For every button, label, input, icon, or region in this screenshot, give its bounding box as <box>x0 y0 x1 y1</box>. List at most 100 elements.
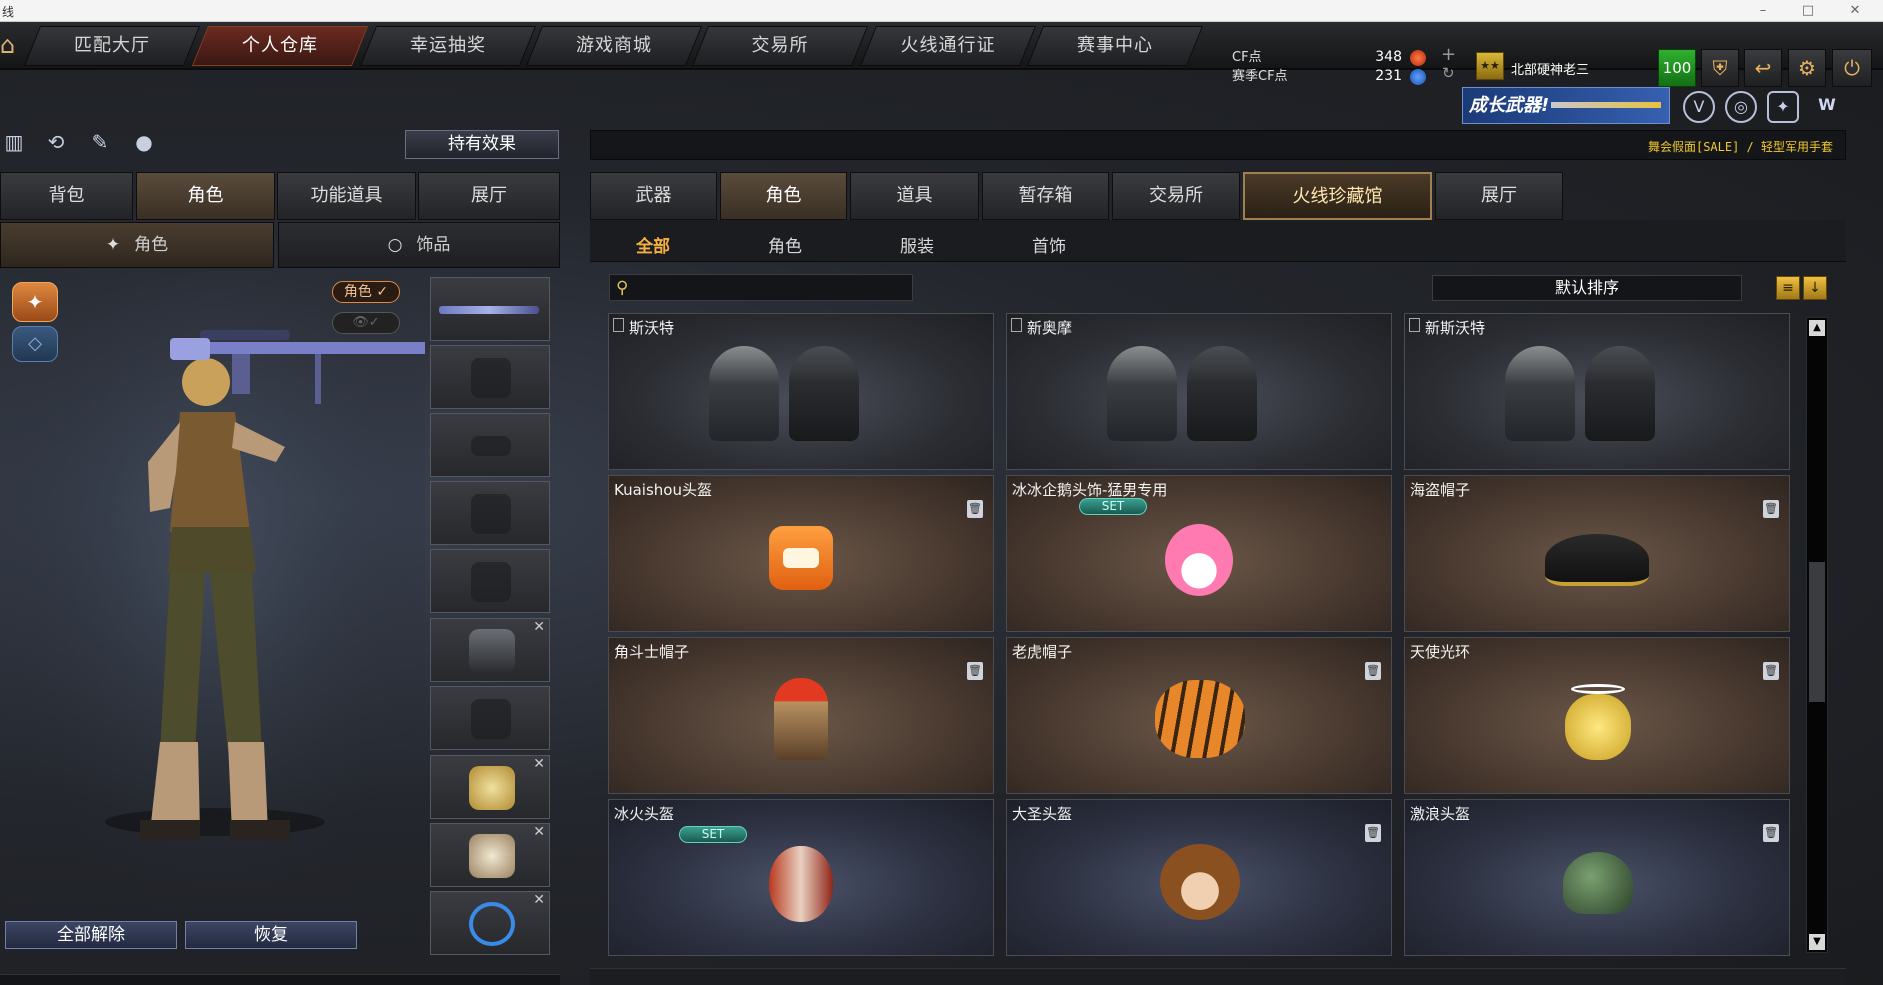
remove-icon[interactable]: ✕ <box>533 824 545 840</box>
wing-emblem-icon[interactable]: ✦ <box>1767 91 1799 123</box>
left-subtab[interactable]: ✦ 角色 <box>0 222 274 268</box>
bookmark-icon[interactable] <box>1409 318 1420 332</box>
visibility-toggle-pill[interactable]: 👁✓ <box>332 312 400 334</box>
slot-accessory-2[interactable]: ✕ <box>430 823 550 887</box>
right-tab[interactable]: 武器 <box>590 172 717 220</box>
trash-icon[interactable]: 🗑 <box>967 500 983 518</box>
gear-icon[interactable]: ⚙ <box>1788 49 1826 87</box>
right-tab[interactable]: 道具 <box>850 172 979 220</box>
season-cf-label: 赛季CF点 <box>1232 69 1288 84</box>
category-subtab[interactable]: 服装 <box>867 232 967 257</box>
item-card[interactable]: 海盗帽子 🗑 <box>1404 475 1790 632</box>
left-tab[interactable]: 背包 <box>0 172 133 220</box>
slot-gloves[interactable] <box>430 686 550 750</box>
right-tab[interactable]: 火线珍藏馆 <box>1243 172 1432 220</box>
level-badge[interactable]: 100 <box>1658 49 1696 87</box>
left-tab[interactable]: 功能道具 <box>277 172 416 220</box>
bookmark-icon[interactable] <box>1011 318 1022 332</box>
scroll-up-icon[interactable]: ▲ <box>1809 320 1825 336</box>
slot-primary-weapon[interactable] <box>430 277 550 341</box>
restore-button[interactable]: 恢复 <box>185 921 357 949</box>
item-card[interactable]: 新斯沃特 <box>1404 313 1790 470</box>
nav-tab[interactable]: 火线通行证 <box>859 26 1037 66</box>
v-shield-icon[interactable]: V <box>1683 91 1715 123</box>
power-icon[interactable]: ⏻ <box>1832 49 1872 87</box>
item-card[interactable]: 老虎帽子 🗑 <box>1006 637 1392 794</box>
category-subtab[interactable]: 角色 <box>735 232 835 257</box>
remove-icon[interactable]: ✕ <box>533 756 545 772</box>
left-tab[interactable]: 角色 <box>136 172 275 220</box>
trash-icon[interactable]: 🗑 <box>1365 662 1381 680</box>
return-icon[interactable]: ↩ <box>1744 49 1782 87</box>
role-mask-icon[interactable]: ◇ <box>12 326 58 362</box>
item-card[interactable]: 角斗士帽子 🗑 <box>608 637 994 794</box>
trash-icon[interactable]: 🗑 <box>1763 500 1779 518</box>
slot-helmet[interactable] <box>430 345 550 409</box>
item-scrollbar[interactable]: ▲ ▼ <box>1806 317 1828 953</box>
add-cf-icon[interactable]: + <box>1441 44 1456 65</box>
item-card[interactable]: 天使光环 🗑 <box>1404 637 1790 794</box>
maximize-icon[interactable]: □ <box>1793 2 1823 20</box>
role-toggle-pill[interactable]: 角色 ✓ <box>332 281 400 303</box>
character-preview <box>0 272 425 952</box>
trash-icon[interactable]: 🗑 <box>1365 824 1381 842</box>
holding-effect-button[interactable]: 持有效果 <box>405 130 559 159</box>
item-card[interactable]: 冰冰企鹅头饰-猛男专用 SET <box>1006 475 1392 632</box>
search-input[interactable]: ⚲ <box>609 274 913 301</box>
target-icon[interactable]: ◎ <box>1725 91 1757 123</box>
left-subtab[interactable]: ○ 饰品 <box>278 222 560 268</box>
slot-vest[interactable] <box>430 481 550 545</box>
grenade-icon[interactable]: ● <box>130 128 158 156</box>
category-subtab[interactable]: 首饰 <box>999 232 1099 257</box>
remove-icon[interactable]: ✕ <box>533 619 545 635</box>
role-wolf-icon[interactable]: ✦ <box>12 282 58 322</box>
trash-icon[interactable]: 🗑 <box>1763 662 1779 680</box>
trash-icon[interactable]: 🗑 <box>967 662 983 680</box>
unequip-all-button[interactable]: 全部解除 <box>5 921 177 949</box>
slot-accessory-3[interactable]: ✕ <box>430 891 550 955</box>
dragon-accessory-icon <box>469 766 515 810</box>
item-card[interactable]: 大圣头盔 🗑 <box>1006 799 1392 956</box>
item-card[interactable]: 冰火头盔 SET <box>608 799 994 956</box>
pose-icon[interactable]: ✎ <box>86 128 114 156</box>
sort-dropdown[interactable]: 默认排序 <box>1432 275 1742 301</box>
w-logo-icon[interactable]: W <box>1811 91 1843 123</box>
slot-accessory-1[interactable]: ✕ <box>430 755 550 819</box>
sort-order-icon[interactable]: ↓ <box>1803 276 1827 300</box>
home-icon[interactable]: ⌂ <box>0 28 22 64</box>
nav-tab[interactable]: 匹配大厅 <box>23 26 201 66</box>
item-card[interactable]: Kuaishou头盔 🗑 <box>608 475 994 632</box>
trash-icon[interactable]: 🗑 <box>1763 824 1779 842</box>
right-tab[interactable]: 交易所 <box>1112 172 1240 220</box>
helmet-placeholder-icon <box>471 358 511 398</box>
category-subtab[interactable]: 全部 <box>603 232 703 257</box>
nav-tab[interactable]: 交易所 <box>691 26 869 66</box>
nav-tab[interactable]: 幸运抽奖 <box>359 26 537 66</box>
scroll-down-icon[interactable]: ▼ <box>1809 934 1825 950</box>
right-tab[interactable]: 展厅 <box>1435 172 1563 220</box>
item-card[interactable]: 斯沃特 <box>608 313 994 470</box>
refresh-icon[interactable]: ↻ <box>1442 64 1455 82</box>
nav-tab-label: 匹配大厅 <box>74 35 150 56</box>
right-tab[interactable]: 角色 <box>720 172 847 220</box>
left-tab[interactable]: 展厅 <box>418 172 560 220</box>
bookmark-icon[interactable] <box>613 318 624 332</box>
remove-icon[interactable]: ✕ <box>533 892 545 908</box>
list-view-icon[interactable]: ≡ <box>1776 276 1800 300</box>
item-card[interactable]: 激浪头盔 🗑 <box>1404 799 1790 956</box>
close-icon[interactable]: ✕ <box>1840 2 1870 20</box>
growth-weapon-banner[interactable]: 成长武器! <box>1462 87 1670 124</box>
right-tab[interactable]: 暂存箱 <box>982 172 1109 220</box>
slot-bag[interactable]: ✕ <box>430 618 550 682</box>
minimize-icon[interactable]: – <box>1748 2 1778 20</box>
scroll-thumb[interactable] <box>1809 562 1825 702</box>
shield-icon[interactable]: ⛨ <box>1701 49 1739 87</box>
slot-glasses[interactable] <box>430 413 550 477</box>
rotate-icon[interactable]: ⟲ <box>42 128 70 156</box>
nav-tab[interactable]: 个人仓库 <box>191 26 369 66</box>
item-card[interactable]: 新奥摩 <box>1006 313 1392 470</box>
nav-tab[interactable]: 赛事中心 <box>1026 26 1204 66</box>
stats-icon[interactable]: ▥ <box>0 128 28 156</box>
nav-tab[interactable]: 游戏商城 <box>525 26 703 66</box>
slot-backpack[interactable] <box>430 549 550 613</box>
